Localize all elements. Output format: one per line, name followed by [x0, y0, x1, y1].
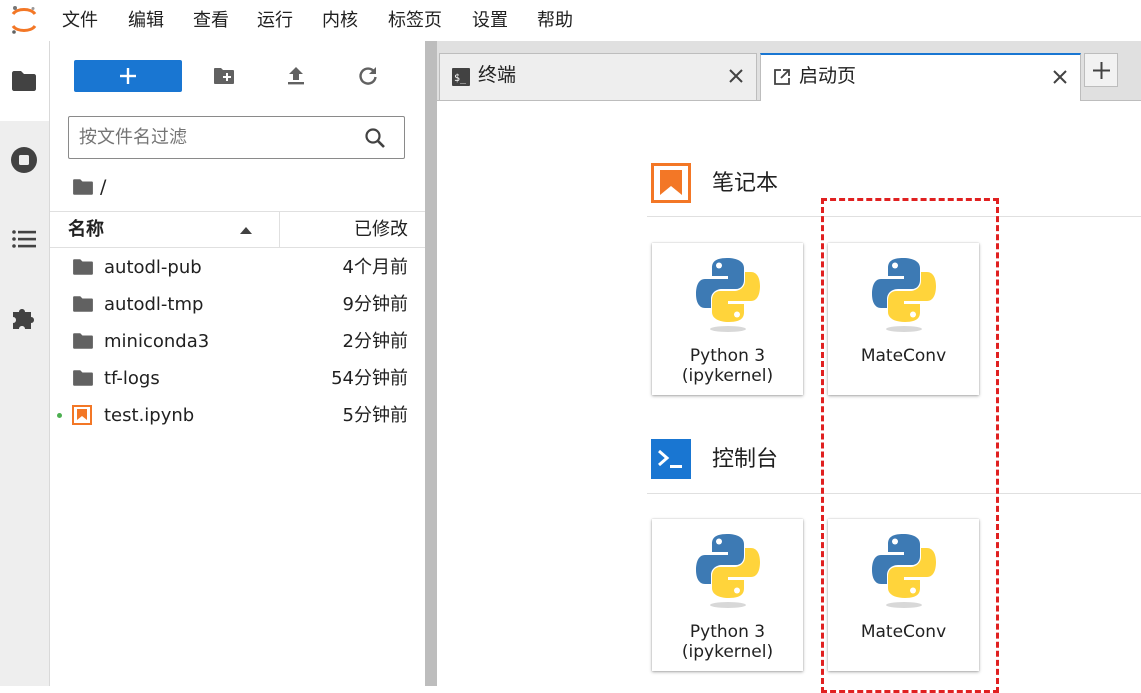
notebook-section-icon — [651, 163, 691, 203]
menu-edit[interactable]: 编辑 — [128, 0, 164, 41]
file-modified: 5分钟前 — [342, 405, 408, 426]
file-modified: 54分钟前 — [331, 368, 408, 389]
menu-kernel[interactable]: 内核 — [322, 0, 358, 41]
column-modified-header[interactable]: 已修改 — [354, 212, 408, 247]
launcher-card-notebook-python3[interactable]: Python 3 (ipykernel) — [652, 243, 803, 395]
list-icon[interactable] — [10, 225, 38, 253]
file-row[interactable]: tf-logs 54分钟前 — [50, 360, 425, 397]
notebook-icon — [72, 405, 92, 425]
file-row[interactable]: test.ipynb 5分钟前 — [50, 397, 425, 434]
tab-label: 终端 — [478, 64, 517, 86]
console-section-icon — [651, 439, 691, 479]
tab-terminal[interactable]: $_ 终端 — [439, 53, 757, 100]
file-modified: 9分钟前 — [342, 294, 408, 315]
menu-view[interactable]: 查看 — [193, 0, 229, 41]
file-row[interactable]: autodl-pub 4个月前 — [50, 249, 425, 286]
section-title-console: 控制台 — [712, 447, 779, 472]
plus-icon — [120, 68, 136, 84]
menu-run[interactable]: 运行 — [257, 0, 293, 41]
refresh-icon[interactable] — [355, 63, 381, 89]
plus-icon — [1093, 62, 1110, 79]
file-browser: / 名称 已修改 autodl-pub 4个月前 autodl-tmp 9分钟前… — [50, 41, 425, 686]
file-name: autodl-tmp — [104, 294, 204, 315]
menu-tabs[interactable]: 标签页 — [388, 0, 442, 41]
file-name: autodl-pub — [104, 257, 202, 278]
file-name: tf-logs — [104, 368, 160, 389]
filter-input[interactable] — [79, 117, 349, 158]
stop-circle-icon[interactable] — [10, 146, 38, 174]
tab-launcher[interactable]: 启动页 — [760, 53, 1081, 101]
column-divider[interactable] — [279, 212, 280, 247]
folder-icon[interactable] — [10, 67, 38, 95]
running-indicator — [57, 413, 62, 418]
folder-icon — [72, 369, 94, 387]
file-modified: 4个月前 — [342, 257, 408, 278]
close-icon[interactable] — [1052, 69, 1068, 85]
main-area: $_ 终端 启动页 笔记本 Python 3 (ipykernel) MateC… — [437, 41, 1141, 686]
file-row[interactable]: autodl-tmp 9分钟前 — [50, 286, 425, 323]
tab-label: 启动页 — [799, 65, 857, 87]
file-name: miniconda3 — [104, 331, 210, 352]
menu-bar: 文件 编辑 查看 运行 内核 标签页 设置 帮助 — [0, 0, 1141, 41]
python-logo-icon — [695, 532, 761, 610]
new-launcher-button[interactable] — [74, 60, 182, 92]
activity-bar — [0, 41, 50, 686]
menu-file[interactable]: 文件 — [62, 0, 98, 41]
menu-settings[interactable]: 设置 — [472, 0, 508, 41]
svg-text:$_: $_ — [454, 73, 467, 84]
folder-icon — [72, 258, 94, 276]
file-list-header: 名称 已修改 — [50, 211, 425, 248]
tab-bar: $_ 终端 启动页 — [437, 41, 1141, 101]
launcher-card-console-python3[interactable]: Python 3 (ipykernel) — [652, 519, 803, 671]
new-folder-icon[interactable] — [211, 63, 237, 89]
folder-icon — [72, 295, 94, 313]
file-row[interactable]: miniconda3 2分钟前 — [50, 323, 425, 360]
jupyter-logo-icon — [11, 6, 37, 34]
file-filter — [68, 116, 405, 159]
upload-icon[interactable] — [283, 63, 309, 89]
card-label-line2: (ipykernel) — [681, 366, 774, 386]
sort-ascending-icon[interactable] — [240, 226, 252, 234]
card-label-line2: (ipykernel) — [681, 642, 774, 662]
card-label-line1: Python 3 — [689, 346, 766, 366]
launch-icon — [774, 69, 790, 85]
column-name-header[interactable]: 名称 — [68, 212, 104, 247]
file-name: test.ipynb — [104, 405, 195, 426]
highlight-annotation — [821, 198, 999, 693]
python-logo-icon — [695, 256, 761, 334]
close-icon[interactable] — [728, 68, 744, 84]
folder-icon[interactable] — [72, 178, 94, 196]
file-modified: 2分钟前 — [342, 331, 408, 352]
folder-icon — [72, 332, 94, 350]
breadcrumb-root[interactable]: / — [100, 174, 106, 200]
add-tab-button[interactable] — [1084, 53, 1118, 87]
section-title-notebook: 笔记本 — [712, 171, 779, 196]
puzzle-icon[interactable] — [10, 304, 38, 332]
terminal-icon: $_ — [452, 68, 470, 86]
panel-splitter[interactable] — [425, 41, 437, 686]
search-icon — [365, 128, 385, 148]
card-label-line1: Python 3 — [689, 622, 766, 642]
menu-help[interactable]: 帮助 — [537, 0, 573, 41]
